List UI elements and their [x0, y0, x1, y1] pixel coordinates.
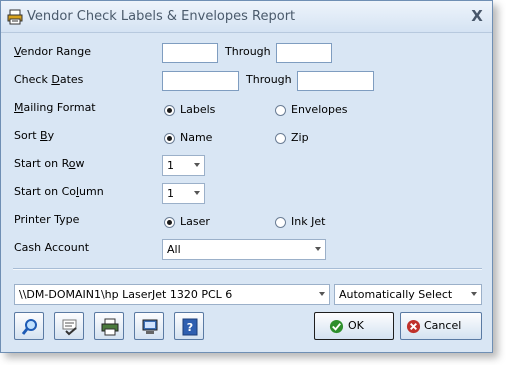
vendor-range-label: Vendor Range: [14, 45, 92, 58]
title-bar: Vendor Check Labels & Envelopes Report X: [1, 1, 492, 33]
sort-zip-radio[interactable]: [275, 133, 286, 144]
report-dialog: Vendor Check Labels & Envelopes Report X…: [0, 0, 493, 353]
help-button[interactable]: ?: [174, 312, 204, 340]
labels-radio[interactable]: [164, 105, 175, 116]
inkjet-radio[interactable]: [275, 217, 286, 228]
start-column-label: Start on Column: [14, 185, 104, 198]
chevron-down-icon: [194, 191, 200, 195]
paper-tray-select[interactable]: Automatically Select: [334, 284, 482, 305]
printer-type-label: Printer Type: [14, 213, 80, 226]
chevron-down-icon: [194, 163, 200, 167]
start-column-select[interactable]: 1: [162, 183, 205, 204]
export-icon: [142, 319, 158, 334]
laser-radio[interactable]: [164, 217, 175, 228]
inkjet-radio-label: Ink Jet: [291, 215, 326, 228]
spell-check-button[interactable]: [54, 312, 84, 340]
export-button[interactable]: [134, 312, 164, 340]
close-button[interactable]: X: [467, 6, 487, 26]
ok-button[interactable]: OK: [314, 312, 394, 340]
check-dates-to-input[interactable]: [297, 71, 374, 91]
chevron-down-icon: [315, 247, 321, 251]
check-dates-label: Check Dates: [14, 73, 84, 86]
envelopes-radio-label: Envelopes: [291, 103, 348, 116]
check-dates-from-input[interactable]: [162, 71, 239, 91]
sort-name-radio[interactable]: [164, 133, 175, 144]
spell-check-icon: [62, 319, 77, 336]
start-row-select[interactable]: 1: [162, 155, 205, 176]
cancel-label: Cancel: [424, 319, 462, 332]
dates-through-label: Through: [246, 73, 292, 86]
vendor-range-to-input[interactable]: [276, 43, 332, 63]
paper-tray-value: Automatically Select: [339, 288, 453, 301]
laser-radio-label: Laser: [180, 215, 210, 228]
sort-name-label: Name: [180, 131, 213, 144]
cash-account-value: All: [167, 243, 181, 256]
preview-magnify-icon: [21, 319, 37, 335]
vendor-range-from-input[interactable]: [162, 43, 218, 63]
print-icon: [101, 318, 119, 336]
print-button[interactable]: [94, 312, 124, 340]
labels-radio-label: Labels: [180, 103, 216, 116]
printer-select[interactable]: \\DM-DOMAIN1\hp LaserJet 1320 PCL 6: [14, 284, 330, 305]
cash-account-label: Cash Account: [14, 241, 90, 254]
cash-account-select[interactable]: All: [162, 239, 326, 260]
help-icon: ?: [182, 318, 198, 336]
chevron-down-icon: [471, 292, 477, 296]
svg-text:?: ?: [187, 321, 193, 334]
report-printer-icon: [7, 9, 23, 25]
sort-by-label: Sort By: [14, 129, 55, 142]
start-row-label: Start on Row: [14, 157, 85, 170]
cancel-x-icon: [406, 319, 421, 334]
mailing-format-label: Mailing Format: [14, 101, 96, 114]
cancel-button[interactable]: Cancel: [400, 312, 482, 340]
window-title: Vendor Check Labels & Envelopes Report: [27, 9, 296, 24]
check-icon: [329, 319, 344, 334]
sort-zip-label: Zip: [291, 131, 309, 144]
envelopes-radio[interactable]: [275, 105, 286, 116]
start-row-value: 1: [167, 159, 174, 172]
vendor-through-label: Through: [225, 45, 271, 58]
preview-button[interactable]: [14, 312, 44, 340]
ok-label: OK: [348, 319, 364, 332]
printer-name: \\DM-DOMAIN1\hp LaserJet 1320 PCL 6: [19, 288, 233, 301]
divider: [13, 268, 482, 270]
start-column-value: 1: [167, 187, 174, 200]
chevron-down-icon: [319, 292, 325, 296]
